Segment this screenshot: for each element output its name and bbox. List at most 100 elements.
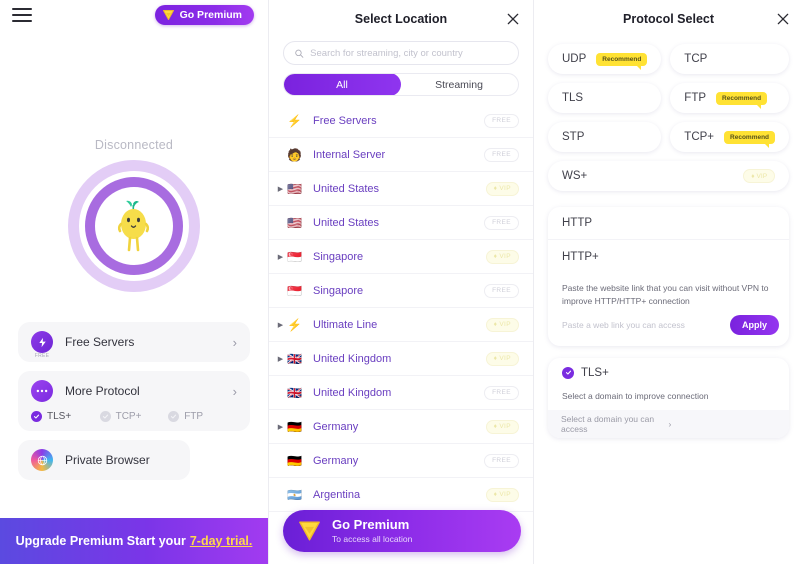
server-name: United States — [313, 216, 380, 229]
inner-ring — [85, 177, 183, 275]
vip-badge: ♦ VIP — [485, 317, 519, 332]
server-name: Singapore — [313, 250, 364, 263]
more-protocol-row[interactable]: More Protocol › — [18, 371, 250, 411]
expand-arrow-icon[interactable]: ▶ — [276, 321, 285, 329]
server-row[interactable]: 🇸🇬 Singapore FREE — [269, 274, 533, 308]
diamond-icon: ♦ — [493, 185, 498, 192]
expand-arrow-icon[interactable]: ▶ — [276, 355, 285, 363]
close-icon[interactable] — [505, 11, 521, 27]
free-badge: FREE — [484, 215, 519, 230]
apply-button[interactable]: Apply — [730, 314, 780, 335]
free-servers-row[interactable]: FREE Free Servers › — [18, 322, 250, 362]
server-row[interactable]: ▶ 🇬🇧 United Kingdom ♦ VIP — [269, 342, 533, 376]
select-location-title: Select Location — [354, 12, 448, 26]
location-search-box[interactable] — [283, 41, 519, 65]
protocol-label: TCP+ — [684, 131, 715, 143]
http-card: HTTP HTTP+ Paste the website link that y… — [548, 207, 790, 346]
server-row[interactable]: 🇦🇷 Argentina ♦ VIP — [269, 478, 533, 512]
http-plus-option-row[interactable]: HTTP+ — [548, 240, 789, 273]
vip-badge: ♦ VIP — [743, 169, 776, 183]
private-browser-card[interactable]: Private Browser — [18, 440, 190, 480]
vpn-app-window: Go Premium Disconnected FREE Free Server… — [0, 0, 800, 564]
left-action-cards: FREE Free Servers › More Protocol › TLS+… — [0, 322, 268, 480]
server-row[interactable]: ⚡ Free Servers FREE — [269, 104, 533, 138]
flag-icon: ⚡ — [287, 317, 302, 332]
flag-icon: ⚡ — [287, 113, 302, 128]
trial-link[interactable]: 7-day trial. — [190, 534, 253, 548]
location-tabs: All Streaming — [283, 73, 519, 96]
protocol-button-tls[interactable]: TLS — [548, 83, 662, 113]
server-row[interactable]: 🇺🇸 United States FREE — [269, 206, 533, 240]
flag-icon: 🇬🇧 — [287, 385, 302, 400]
http-paste-row: Apply — [548, 314, 789, 346]
free-badge: FREE — [484, 113, 519, 128]
server-row[interactable]: 🇬🇧 United Kingdom FREE — [269, 376, 533, 410]
connection-status-text: Disconnected — [94, 138, 174, 152]
protocol-select-header: Protocol Select — [534, 4, 800, 34]
go-premium-pill-button[interactable]: Go Premium — [154, 5, 254, 25]
protocol-button-ftp[interactable]: FTP Recommend — [670, 83, 790, 113]
http-option-row[interactable]: HTTP — [548, 207, 790, 240]
server-name: United Kingdom — [313, 352, 392, 365]
free-servers-label: Free Servers — [65, 335, 135, 349]
server-row[interactable]: ▶ 🇩🇪 Germany ♦ VIP — [269, 410, 533, 444]
server-name: United Kingdom — [313, 386, 392, 399]
search-icon — [295, 49, 304, 58]
vip-badge: ♦ VIP — [485, 249, 519, 264]
go-premium-title: Go Premium — [332, 517, 410, 533]
private-browser-label: Private Browser — [65, 453, 150, 467]
protocol-select-title: Protocol Select — [623, 12, 715, 26]
flag-icon: 🇺🇸 — [287, 215, 302, 230]
protocol-button-udp[interactable]: UDP Recommend — [548, 44, 662, 74]
protocol-button-wsplus[interactable]: WS+ ♦ VIP — [548, 161, 790, 191]
protocol-chip-ftp[interactable]: FTP — [168, 411, 237, 422]
protocol-button-tcpplus[interactable]: TCP+ Recommend — [670, 122, 790, 152]
flag-icon: 🇩🇪 — [287, 453, 302, 468]
expand-arrow-icon[interactable]: ▶ — [276, 253, 285, 261]
go-premium-button[interactable]: Go Premium To access all location — [283, 510, 521, 552]
private-browser-row[interactable]: Private Browser — [18, 440, 190, 480]
server-row[interactable]: 🧑 Internal Server FREE — [269, 138, 533, 172]
free-servers-card: FREE Free Servers › — [18, 322, 250, 362]
protocol-chip-tcp[interactable]: TCP+ — [99, 411, 169, 422]
hamburger-icon[interactable] — [12, 8, 32, 22]
server-row[interactable]: 🇩🇪 Germany FREE — [269, 444, 533, 478]
server-row[interactable]: ▶ ⚡ Ultimate Line ♦ VIP — [269, 308, 533, 342]
bolt-icon: FREE — [31, 331, 53, 359]
tls-plus-note: Select a domain to improve connection — [562, 390, 709, 401]
close-icon[interactable] — [775, 11, 791, 27]
diamond-icon: ♦ — [751, 172, 755, 180]
flag-icon: 🇸🇬 — [287, 283, 302, 298]
web-link-input[interactable] — [562, 319, 723, 330]
diamond-icon: ♦ — [493, 355, 498, 362]
server-name: Internal Server — [313, 148, 386, 161]
flag-icon: 🇦🇷 — [287, 487, 302, 502]
select-location-panel: Select Location All Streaming ⚡ Free Serv… — [268, 0, 534, 564]
check-icon — [168, 411, 180, 422]
chevron-right-icon: › — [668, 418, 672, 429]
protocol-chip-tls[interactable]: TLS+ — [31, 411, 100, 422]
expand-arrow-icon[interactable]: ▶ — [276, 185, 285, 193]
server-list[interactable]: ⚡ Free Servers FREE 🧑 Internal Server FREE ▶ 🇺🇸… — [269, 104, 533, 522]
domain-select-row[interactable]: Select a domain you can access › — [548, 409, 790, 438]
protocol-label: WS+ — [562, 170, 588, 182]
search-input[interactable] — [310, 47, 508, 59]
expand-arrow-icon[interactable]: ▶ — [276, 423, 285, 431]
protocol-button-tcp[interactable]: TCP — [670, 44, 790, 74]
tls-plus-header[interactable]: TLS+ — [548, 358, 789, 386]
diamond-icon — [162, 10, 174, 20]
server-row[interactable]: ▶ 🇺🇸 United States ♦ VIP — [269, 172, 533, 206]
upgrade-premium-banner[interactable]: Upgrade Premium Start your 7-day trial. — [0, 518, 268, 564]
tls-plus-card: TLS+ Select a domain to improve connecti… — [548, 357, 790, 438]
flag-icon: 🇺🇸 — [287, 181, 302, 196]
protocol-grid: UDP Recommend TCP TLS FTP Recommend STP TCP+ Rec… — [548, 44, 790, 191]
diamond-icon — [299, 521, 320, 541]
diamond-icon: ♦ — [493, 423, 498, 430]
diamond-icon: ♦ — [493, 253, 498, 260]
chevron-right-icon: › — [232, 383, 237, 399]
protocol-button-stp[interactable]: STP — [548, 122, 662, 152]
go-premium-subtitle: To access all location — [332, 533, 413, 544]
tab-all[interactable]: All — [284, 74, 401, 95]
server-row[interactable]: ▶ 🇸🇬 Singapore ♦ VIP — [269, 240, 533, 274]
tab-streaming[interactable]: Streaming — [400, 74, 518, 95]
